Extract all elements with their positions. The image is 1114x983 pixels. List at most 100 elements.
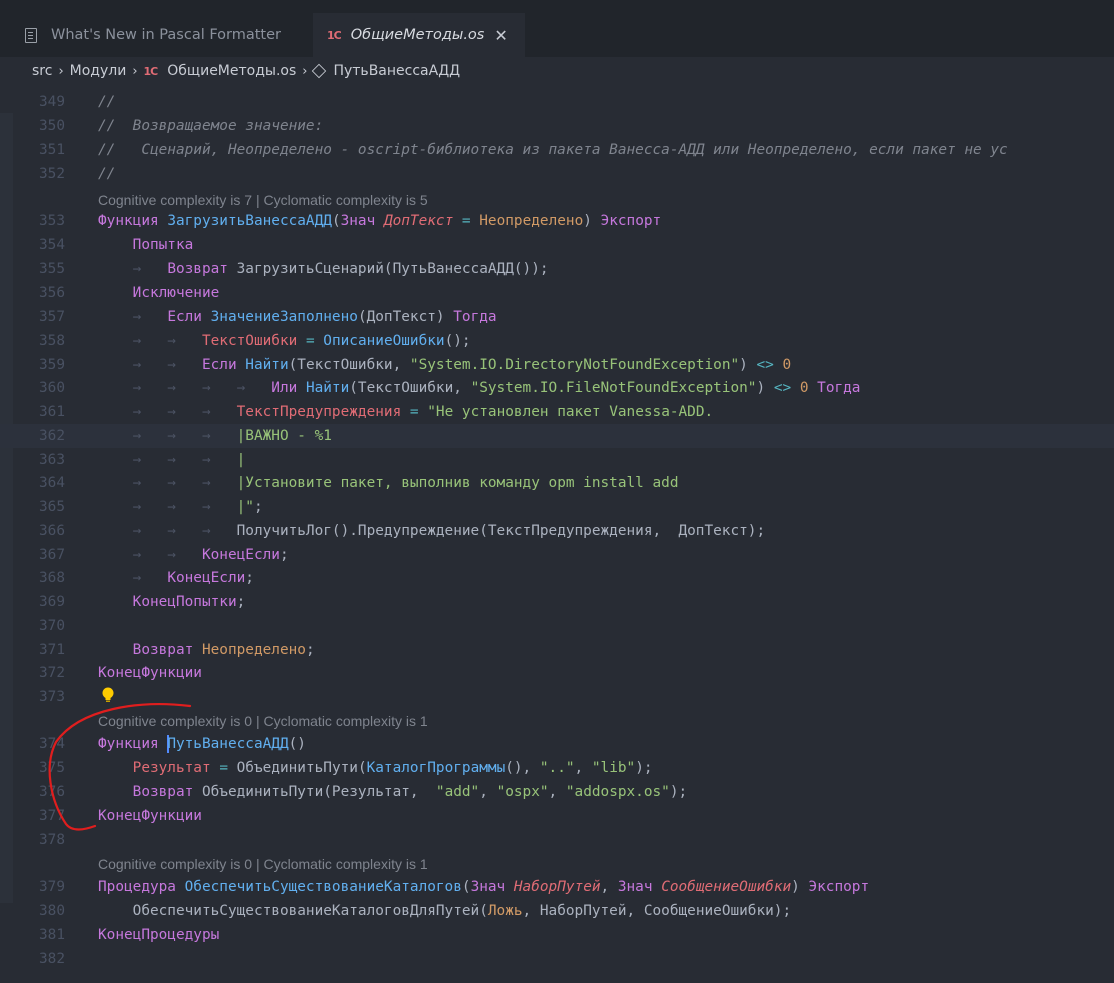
tab-obshchie-metody[interactable]: 1С ОбщиеМетоды.os ✕ xyxy=(313,13,525,57)
breadcrumb-item-modules[interactable]: Модули xyxy=(70,63,127,79)
code-token: → → → → xyxy=(98,380,272,396)
code-line[interactable]: 354 Попытка xyxy=(0,233,1114,257)
code-text: → → КонецЕсли; xyxy=(98,543,289,567)
code-line[interactable]: 382 xyxy=(0,947,1114,971)
code-line[interactable]: 376 Возврат ОбъединитьПути(Результат, "a… xyxy=(0,780,1114,804)
tab-label: What's New in Pascal Formatter xyxy=(51,27,282,43)
code-line[interactable]: 368 → КонецЕсли; xyxy=(0,566,1114,590)
tab-whats-new[interactable]: What's New in Pascal Formatter xyxy=(15,13,312,57)
code-text: ОбеспечитьСуществованиеКаталоговДляПутей… xyxy=(98,899,791,923)
chevron-right-icon: › xyxy=(58,63,64,79)
code-line[interactable]: 367 → → КонецЕсли; xyxy=(0,543,1114,567)
breadcrumb-item-function[interactable]: ПутьВанессаАДД xyxy=(333,63,460,79)
line-number: 355 xyxy=(39,261,65,277)
code-text: → → → → Или Найти(ТекстОшибки, "System.I… xyxy=(98,376,861,400)
code-line[interactable]: 350 // Возвращаемое значение: xyxy=(0,114,1114,138)
code-line[interactable]: 349 // xyxy=(0,90,1114,114)
code-token: КаталогПрограммы xyxy=(366,760,506,776)
line-number: 378 xyxy=(39,832,65,848)
code-line[interactable]: 353 Функция ЗагрузитьВанессаАДД(Знач ДопТ… xyxy=(0,209,1114,233)
code-editor[interactable]: Cognitive complexity is 7 | Cyclomatic c… xyxy=(0,85,1114,983)
code-line[interactable]: 380 ОбеспечитьСуществованиеКаталоговДляП… xyxy=(0,899,1114,923)
code-token: |Установите пакет, выполнив команду opm … xyxy=(236,475,679,491)
line-number: 375 xyxy=(39,760,65,776)
code-token: Ложь xyxy=(487,903,523,919)
code-token: "System.IO.FileNotFoundException" xyxy=(470,380,757,396)
code-text: → → ТекстОшибки = ОписаниеОшибки(); xyxy=(98,329,471,353)
code-token: 0 xyxy=(782,357,792,373)
code-line[interactable]: 365 → → → |"; xyxy=(0,495,1114,519)
code-line[interactable]: 364 → → → |Установите пакет, выполнив ко… xyxy=(0,471,1114,495)
breadcrumb-item-file[interactable]: ОбщиеМетоды.os xyxy=(167,63,296,79)
codelens-complexity[interactable]: Cognitive complexity is 7 | Cyclomatic c… xyxy=(98,190,428,210)
code-text: Функция ЗагрузитьВанессаАДД(Знач ДопТекс… xyxy=(98,209,661,233)
code-line[interactable]: 360 → → → → Или Найти(ТекстОшибки, "Syst… xyxy=(0,376,1114,400)
code-text: // xyxy=(98,162,115,186)
code-token: Возврат xyxy=(132,784,202,800)
code-text: → → → ПолучитьЛог().Предупреждение(Текст… xyxy=(98,519,765,543)
code-line[interactable]: 374 Функция ПутьВанессаАДД() xyxy=(0,732,1114,756)
code-line[interactable]: 361 → → → ТекстПредупреждения = "Не уста… xyxy=(0,400,1114,424)
code-line[interactable]: 370 xyxy=(0,614,1114,638)
code-line[interactable]: 371 Возврат Неопределено; xyxy=(0,638,1114,662)
code-line[interactable]: 373 xyxy=(0,685,1114,709)
code-text: → Возврат ЗагрузитьСценарий(ПутьВанессаА… xyxy=(98,257,549,281)
code-token: НаборПутей xyxy=(513,879,601,895)
code-token: ( xyxy=(461,879,471,895)
code-token: Или xyxy=(271,380,306,396)
code-line[interactable]: 369 КонецПопытки; xyxy=(0,590,1114,614)
codelens-complexity[interactable]: Cognitive complexity is 0 | Cyclomatic c… xyxy=(98,711,428,731)
code-token: → → xyxy=(98,357,202,373)
code-token: (ТекстОшибки, xyxy=(288,357,410,373)
code-line[interactable]: 378 xyxy=(0,828,1114,852)
code-text: → → → |"; xyxy=(98,495,263,519)
code-token: ".." xyxy=(539,760,575,776)
code-token: (); xyxy=(444,333,471,349)
line-number: 371 xyxy=(39,642,65,658)
code-line[interactable]: 351 // Сценарий, Неопределено - oscript-б… xyxy=(0,138,1114,162)
code-line[interactable]: 355 → Возврат ЗагрузитьСценарий(ПутьВане… xyxy=(0,257,1114,281)
line-number: 364 xyxy=(39,475,65,491)
line-number: 367 xyxy=(39,547,65,563)
code-line[interactable]: 363 → → → | xyxy=(0,448,1114,472)
code-token: "addospx.os" xyxy=(565,784,670,800)
code-token: // Возвращаемое значение: xyxy=(98,118,324,134)
line-number: 350 xyxy=(39,118,65,134)
code-text: → Если ЗначениеЗаполнено(ДопТекст) Тогда xyxy=(98,305,497,329)
code-line[interactable]: 366 → → → ПолучитьЛог().Предупреждение(Т… xyxy=(0,519,1114,543)
code-token: Знач xyxy=(340,213,384,229)
title-strip xyxy=(0,0,1114,13)
code-line[interactable]: 359 → → Если Найти(ТекстОшибки, "System.… xyxy=(0,353,1114,377)
code-token: КонецФункции xyxy=(98,808,202,824)
code-token: = xyxy=(409,404,419,420)
code-text: → КонецЕсли; xyxy=(98,566,254,590)
code-line[interactable]: 379 Процедура ОбеспечитьСуществованиеКата… xyxy=(0,875,1114,899)
code-token: ) xyxy=(756,380,774,396)
code-line[interactable]: 358 → → ТекстОшибки = ОписаниеОшибки(); xyxy=(0,329,1114,353)
code-line[interactable]: 372 КонецФункции xyxy=(0,661,1114,685)
line-number: 368 xyxy=(39,570,65,586)
code-token: ЗагрузитьВанессаАДД xyxy=(167,213,332,229)
codelens-complexity[interactable]: Cognitive complexity is 0 | Cyclomatic c… xyxy=(98,854,428,874)
code-line[interactable]: 377 КонецФункции xyxy=(0,804,1114,828)
breadcrumb-item-src[interactable]: src xyxy=(32,63,52,79)
code-line[interactable]: 381 КонецПроцедуры xyxy=(0,923,1114,947)
code-line[interactable]: 375 Результат = ОбъединитьПути(КаталогПр… xyxy=(0,756,1114,780)
code-token: ЗначениеЗаполнено xyxy=(210,309,358,325)
close-icon[interactable]: ✕ xyxy=(494,26,507,45)
code-line[interactable]: 362 → → → |ВАЖНО - %1 xyxy=(0,424,1114,448)
code-token: Функция xyxy=(98,736,168,752)
code-line[interactable]: 356 Исключение xyxy=(0,281,1114,305)
line-number: 351 xyxy=(39,142,65,158)
line-number: 352 xyxy=(39,166,65,182)
code-line[interactable]: 352 // xyxy=(0,162,1114,186)
code-token: , НаборПутей, СообщениеОшибки); xyxy=(522,903,792,919)
code-token: ; xyxy=(279,547,289,563)
code-token: Попытка xyxy=(132,237,194,253)
line-number: 379 xyxy=(39,879,65,895)
line-number: 363 xyxy=(39,452,65,468)
code-line[interactable]: 357 → Если ЗначениеЗаполнено(ДопТекст) Т… xyxy=(0,305,1114,329)
code-token: → → → xyxy=(98,404,237,420)
